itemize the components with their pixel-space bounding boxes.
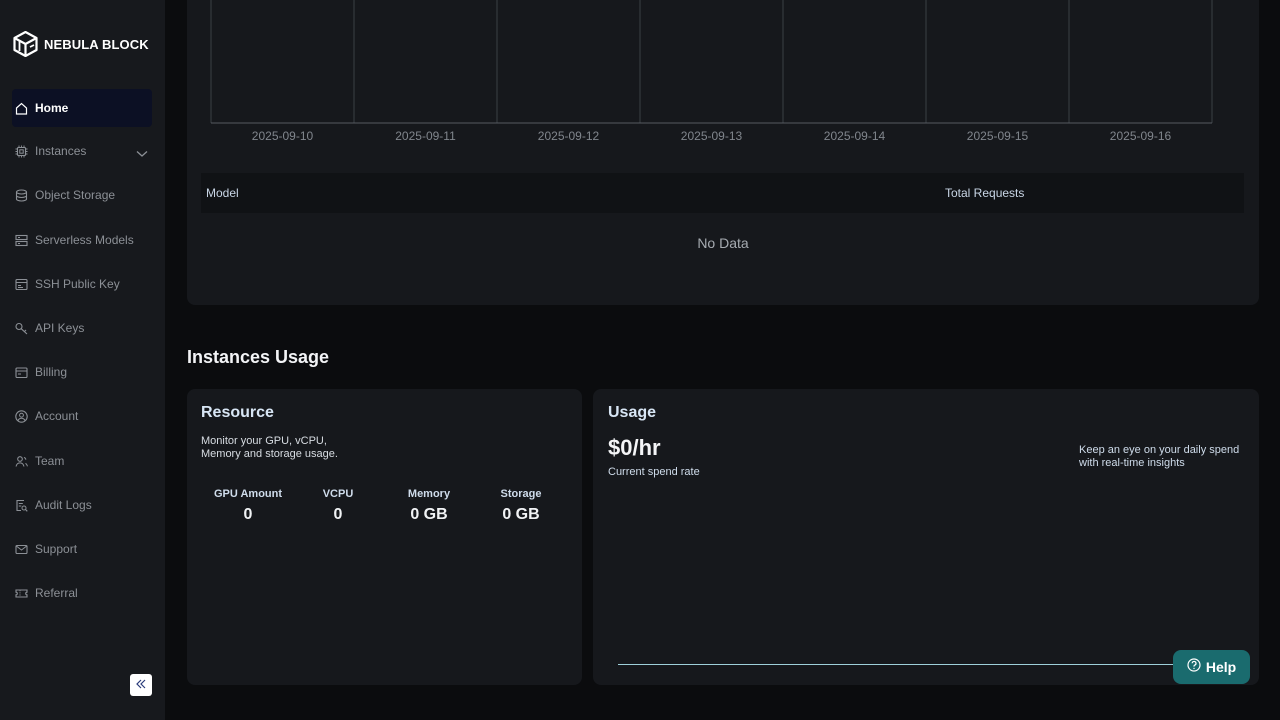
x-tick-label: 2025-09-12	[538, 129, 600, 143]
stat-vcpu: VCPU 0	[293, 488, 383, 524]
sidebar-item-label: API Keys	[35, 321, 85, 335]
sidebar-item-label: Serverless Models	[35, 233, 134, 247]
sidebar-item-referral[interactable]: Referral	[12, 574, 152, 612]
account-icon	[14, 409, 28, 423]
stat-label: Storage	[500, 488, 542, 500]
sidebar-item-billing[interactable]: Billing	[12, 353, 152, 391]
sidebar-item-instances[interactable]: Instances	[12, 132, 152, 170]
sidebar-item-label: Instances	[35, 144, 87, 158]
sidebar-item-api-keys[interactable]: API Keys	[12, 309, 152, 347]
sidebar-item-object-storage[interactable]: Object Storage	[12, 176, 152, 214]
sidebar-item-label: Account	[35, 409, 79, 423]
resource-card: Resource Monitor your GPU, vCPU, Memory …	[187, 389, 582, 685]
sidebar-item-label: Team	[35, 454, 65, 468]
stat-value: 0	[243, 506, 253, 523]
mail-icon	[14, 542, 28, 556]
collapse-sidebar-button[interactable]	[130, 674, 152, 696]
chevron-down-icon[interactable]	[136, 145, 148, 163]
column-header-total-requests: Total Requests	[945, 186, 1025, 200]
x-tick-label: 2025-09-10	[252, 129, 314, 143]
x-tick-label: 2025-09-13	[681, 129, 743, 143]
stat-value: 0	[333, 506, 343, 523]
sidebar-item-label: Referral	[35, 586, 78, 600]
audit-log-icon	[14, 498, 28, 512]
stat-value: 0 GB	[410, 506, 448, 523]
x-tick-label: 2025-09-15	[967, 129, 1029, 143]
column-header-model: Model	[206, 186, 239, 200]
usage-chart-baseline	[618, 664, 1228, 665]
stat-gpu-amount: GPU Amount 0	[203, 488, 293, 524]
requests-chart: 2025-09-10 2025-09-11 2025-09-12 2025-09-13…	[210, 0, 1213, 143]
sidebar-item-label: Object Storage	[35, 188, 116, 202]
double-chevron-left-icon	[135, 676, 147, 694]
brand-logo[interactable]: NEBULA BLOCK	[13, 31, 149, 57]
brand-name: NEBULA BLOCK	[44, 36, 149, 52]
sidebar-item-audit-logs[interactable]: Audit Logs	[12, 486, 152, 524]
resource-card-title: Resource	[201, 404, 274, 421]
usage-card: Usage $0/hr Current spend rate Keep an e…	[593, 389, 1259, 685]
sidebar-item-team[interactable]: Team	[12, 442, 152, 480]
x-tick-label: 2025-09-16	[1110, 129, 1172, 143]
help-button[interactable]: Help	[1173, 650, 1250, 684]
sidebar-item-label: Audit Logs	[35, 498, 92, 512]
database-icon	[14, 188, 28, 202]
spend-rate-value: $0/hr	[608, 435, 661, 460]
key-icon	[14, 321, 28, 335]
stat-memory: Memory 0 GB	[384, 488, 474, 524]
help-label: Help	[1205, 659, 1237, 675]
nebula-logo-icon	[13, 31, 38, 57]
sidebar-item-label: Support	[35, 542, 78, 556]
help-circle-icon	[1187, 657, 1201, 677]
spend-rate-label: Current spend rate	[608, 466, 700, 478]
model-table-header: Model Total Requests	[201, 173, 1244, 213]
x-tick-label: 2025-09-11	[395, 129, 456, 143]
sidebar: NEBULA BLOCK Home Instances Object Stora…	[0, 0, 165, 720]
sidebar-item-account[interactable]: Account	[12, 397, 152, 435]
usage-card-title: Usage	[608, 404, 657, 421]
section-title: Instances Usage	[187, 347, 330, 367]
ticket-icon	[14, 586, 28, 600]
sidebar-item-label: SSH Public Key	[35, 277, 120, 291]
sidebar-item-label: Billing	[35, 365, 68, 379]
stat-label: Memory	[407, 488, 451, 500]
billing-icon	[14, 365, 28, 379]
x-tick-label: 2025-09-14	[824, 129, 886, 143]
sidebar-item-serverless-models[interactable]: Serverless Models	[12, 221, 152, 259]
stat-label: VCPU	[322, 488, 354, 500]
stat-label: GPU Amount	[213, 488, 283, 500]
sidebar-item-support[interactable]: Support	[12, 530, 152, 568]
chip-icon	[14, 144, 28, 158]
sidebar-item-ssh-public-key[interactable]: SSH Public Key	[12, 265, 152, 303]
server-icon	[14, 233, 28, 247]
stat-storage: Storage 0 GB	[476, 488, 566, 524]
empty-state-text: No Data	[697, 235, 749, 251]
ssh-key-icon	[14, 277, 28, 291]
sidebar-item-label: Home	[35, 101, 69, 115]
sidebar-item-home[interactable]: Home	[12, 89, 152, 127]
usage-note: Keep an eye on your daily spend with rea…	[1079, 444, 1240, 469]
home-icon	[14, 101, 28, 115]
stat-value: 0 GB	[502, 506, 540, 523]
team-icon	[14, 454, 28, 468]
resource-description: Monitor your GPU, vCPU, Memory and stora…	[201, 435, 338, 460]
requests-chart-card: 2025-09-10 2025-09-11 2025-09-12 2025-09-13…	[187, 0, 1259, 305]
